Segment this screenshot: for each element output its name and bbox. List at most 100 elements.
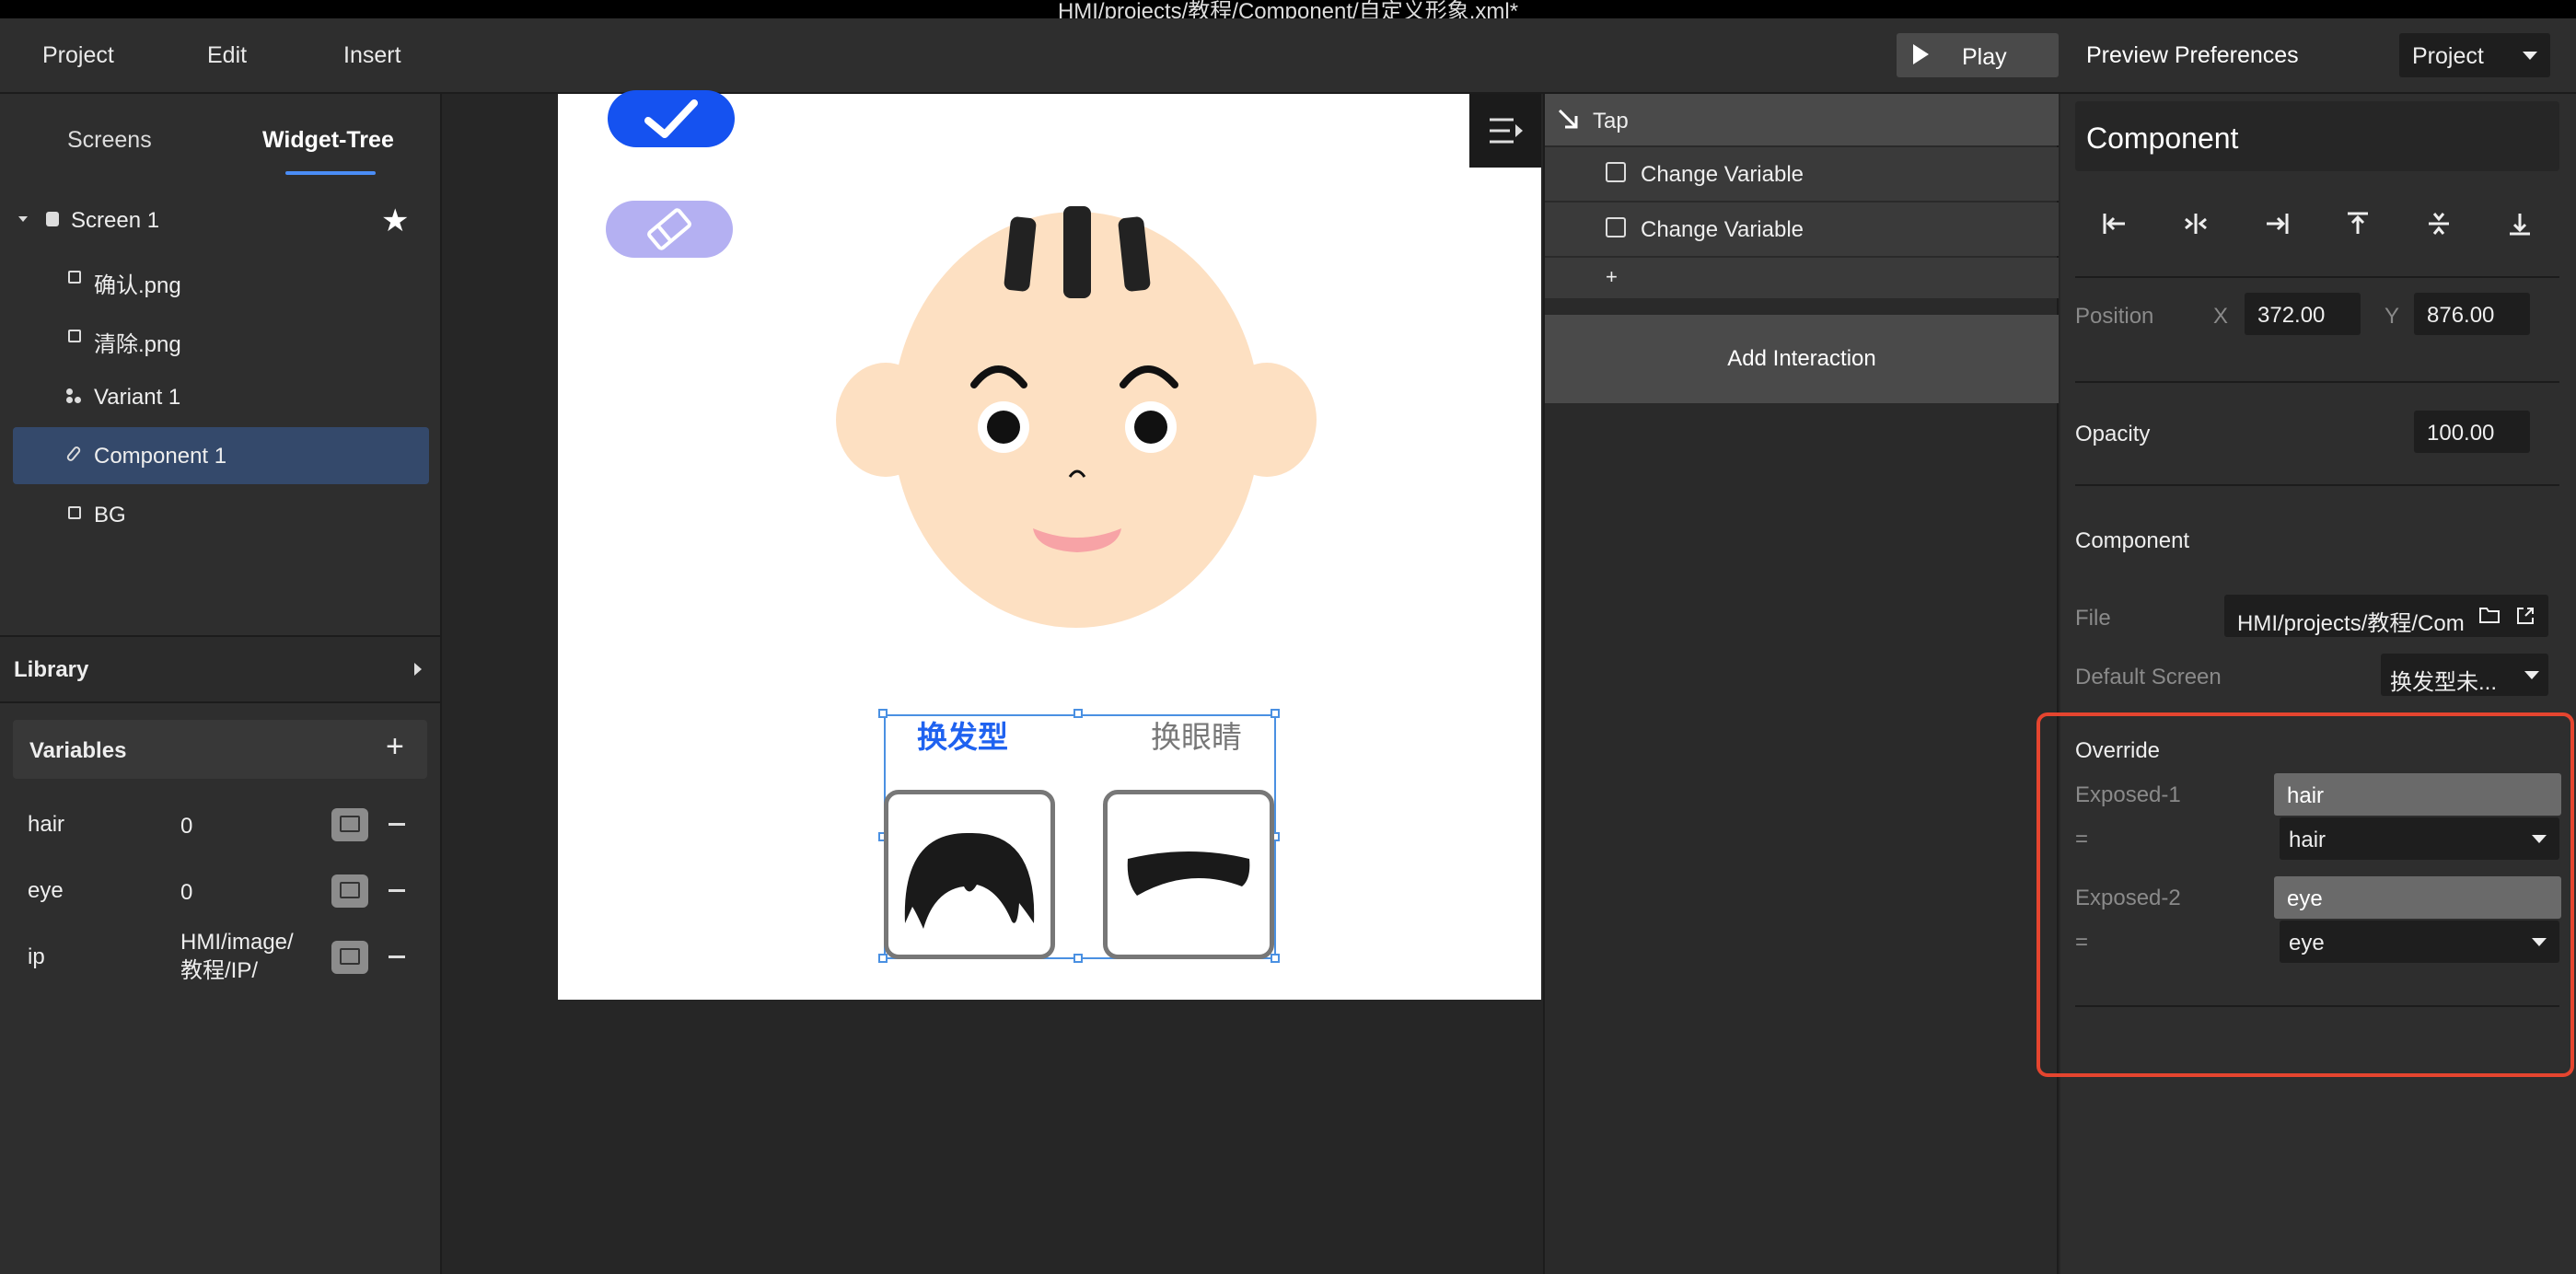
image-icon (68, 271, 81, 284)
rect-icon (68, 506, 81, 519)
variable-row-ip: ip HMI/image/ 教程/IP/ (0, 928, 442, 983)
menu-project[interactable]: Project (42, 42, 114, 69)
variable-name: eye (28, 878, 64, 903)
preview-preferences-button[interactable]: Preview Preferences (2086, 42, 2299, 69)
file-path-value: HMI/projects/教程/Com (2237, 611, 2465, 636)
component-name-field[interactable]: Component (2075, 101, 2559, 171)
resize-handle[interactable] (1073, 709, 1083, 718)
x-label: X (2213, 304, 2229, 329)
tab-widget-tree[interactable]: Widget-Tree (262, 127, 394, 154)
tree-item-screen-1[interactable]: Screen 1 ★ (0, 191, 442, 249)
align-right-icon[interactable] (2263, 210, 2291, 237)
default-screen-dropdown[interactable]: 换发型未... (2381, 654, 2548, 696)
play-label: Play (1962, 44, 2007, 70)
divider (2075, 484, 2559, 486)
project-dropdown[interactable]: Project (2399, 33, 2550, 77)
menu-edit[interactable]: Edit (207, 42, 247, 69)
tree-item-clear-png[interactable]: 清除.png (0, 309, 442, 366)
file-path-field[interactable]: HMI/projects/教程/Com (2224, 595, 2548, 637)
tab-screens[interactable]: Screens (67, 127, 152, 154)
list-play-icon (1490, 118, 1523, 144)
position-x-input[interactable]: 372.00 (2245, 293, 2361, 335)
add-interaction-button[interactable]: Add Interaction (1545, 315, 2059, 403)
resize-handle[interactable] (878, 709, 888, 718)
align-bottom-icon[interactable] (2506, 210, 2534, 237)
project-dropdown-label: Project (2412, 43, 2484, 69)
chevron-down-icon (2524, 671, 2539, 679)
align-top-icon[interactable] (2344, 210, 2372, 237)
hair-option[interactable] (884, 790, 1055, 959)
image-icon (340, 948, 360, 965)
resize-handle[interactable] (1271, 954, 1280, 963)
resize-handle[interactable] (1073, 954, 1083, 963)
resize-handle[interactable] (1271, 709, 1280, 718)
action-row-1[interactable]: Change Variable (1545, 147, 2059, 201)
tree-item-bg[interactable]: BG (0, 486, 442, 543)
expand-arrow-icon[interactable] (18, 216, 28, 222)
action-row-2[interactable]: Change Variable (1545, 203, 2059, 256)
folder-icon[interactable] (2478, 606, 2501, 624)
action-label: Change Variable (1641, 217, 1804, 242)
remove-variable-button[interactable] (389, 889, 405, 892)
eye-option[interactable] (1103, 790, 1274, 959)
file-label: File (2075, 606, 2111, 631)
chevron-right-icon (414, 663, 422, 676)
variable-value[interactable]: 0 (180, 878, 192, 907)
variable-name: hair (28, 812, 65, 837)
library-header[interactable]: Library (0, 635, 440, 703)
component-section-title: Component (2075, 528, 2190, 553)
image-picker-button[interactable] (331, 874, 368, 908)
opacity-input[interactable]: 100.00 (2414, 411, 2530, 453)
confirm-button[interactable] (608, 90, 735, 147)
action-label: Change Variable (1641, 162, 1804, 187)
tab-change-hair[interactable]: 换发型 (917, 712, 1008, 757)
divider (2075, 276, 2559, 278)
menubar: Project Edit Insert Play Preview Prefere… (0, 18, 2576, 94)
resize-handle[interactable] (878, 954, 888, 963)
trigger-row-tap[interactable]: Tap (1545, 94, 2059, 145)
interaction-panel: Tap Change Variable Change Variable + Ad… (1543, 94, 2059, 1274)
avatar-face (836, 206, 1317, 628)
add-variable-button[interactable]: + (386, 729, 404, 765)
position-y-input[interactable]: 876.00 (2414, 293, 2530, 335)
image-picker-button[interactable] (331, 941, 368, 974)
default-screen-value: 换发型未... (2390, 670, 2498, 695)
remove-variable-button[interactable] (389, 823, 405, 826)
eyebrow-icon (1127, 851, 1250, 896)
variable-name: ip (28, 944, 45, 969)
star-icon[interactable]: ★ (381, 203, 409, 239)
variable-value[interactable]: 0 (180, 812, 192, 840)
tree-item-confirm-png[interactable]: 确认.png (0, 250, 442, 307)
screen-icon (46, 212, 59, 226)
image-icon (340, 882, 360, 898)
toggle-panel-button[interactable] (1469, 94, 1541, 168)
tree-item-variant-1[interactable]: Variant 1 (0, 368, 442, 425)
add-action-button[interactable]: + (1606, 265, 1618, 289)
chevron-down-icon (2523, 52, 2537, 60)
opacity-value: 100.00 (2427, 421, 2495, 446)
image-icon (68, 330, 81, 342)
variable-value[interactable]: HMI/image/ 教程/IP/ (180, 928, 294, 985)
change-variable-icon (1606, 162, 1626, 182)
align-center-horizontal-icon[interactable] (2182, 210, 2210, 237)
add-action-row[interactable]: + (1545, 258, 2059, 298)
position-x-value: 372.00 (2257, 303, 2326, 328)
image-picker-button[interactable] (331, 808, 368, 841)
align-center-vertical-icon[interactable] (2425, 210, 2453, 237)
variant-icon (66, 388, 83, 403)
hair-icon (904, 832, 1035, 929)
menu-insert[interactable]: Insert (343, 42, 401, 69)
eraser-icon (647, 208, 691, 250)
play-button[interactable]: Play (1897, 33, 2059, 77)
override-highlight-box (2036, 712, 2574, 1077)
y-label: Y (2385, 304, 2400, 329)
open-external-icon[interactable] (2515, 606, 2535, 626)
remove-variable-button[interactable] (389, 956, 405, 958)
variable-value-line-2: 教程/IP/ (180, 958, 259, 983)
clear-button[interactable] (606, 201, 733, 258)
tab-change-eye[interactable]: 换眼睛 (1151, 712, 1242, 757)
tree-item-label: BG (94, 503, 126, 527)
position-y-value: 876.00 (2427, 303, 2495, 328)
tree-item-component-1[interactable]: Component 1 (0, 427, 442, 484)
align-left-icon[interactable] (2101, 210, 2129, 237)
